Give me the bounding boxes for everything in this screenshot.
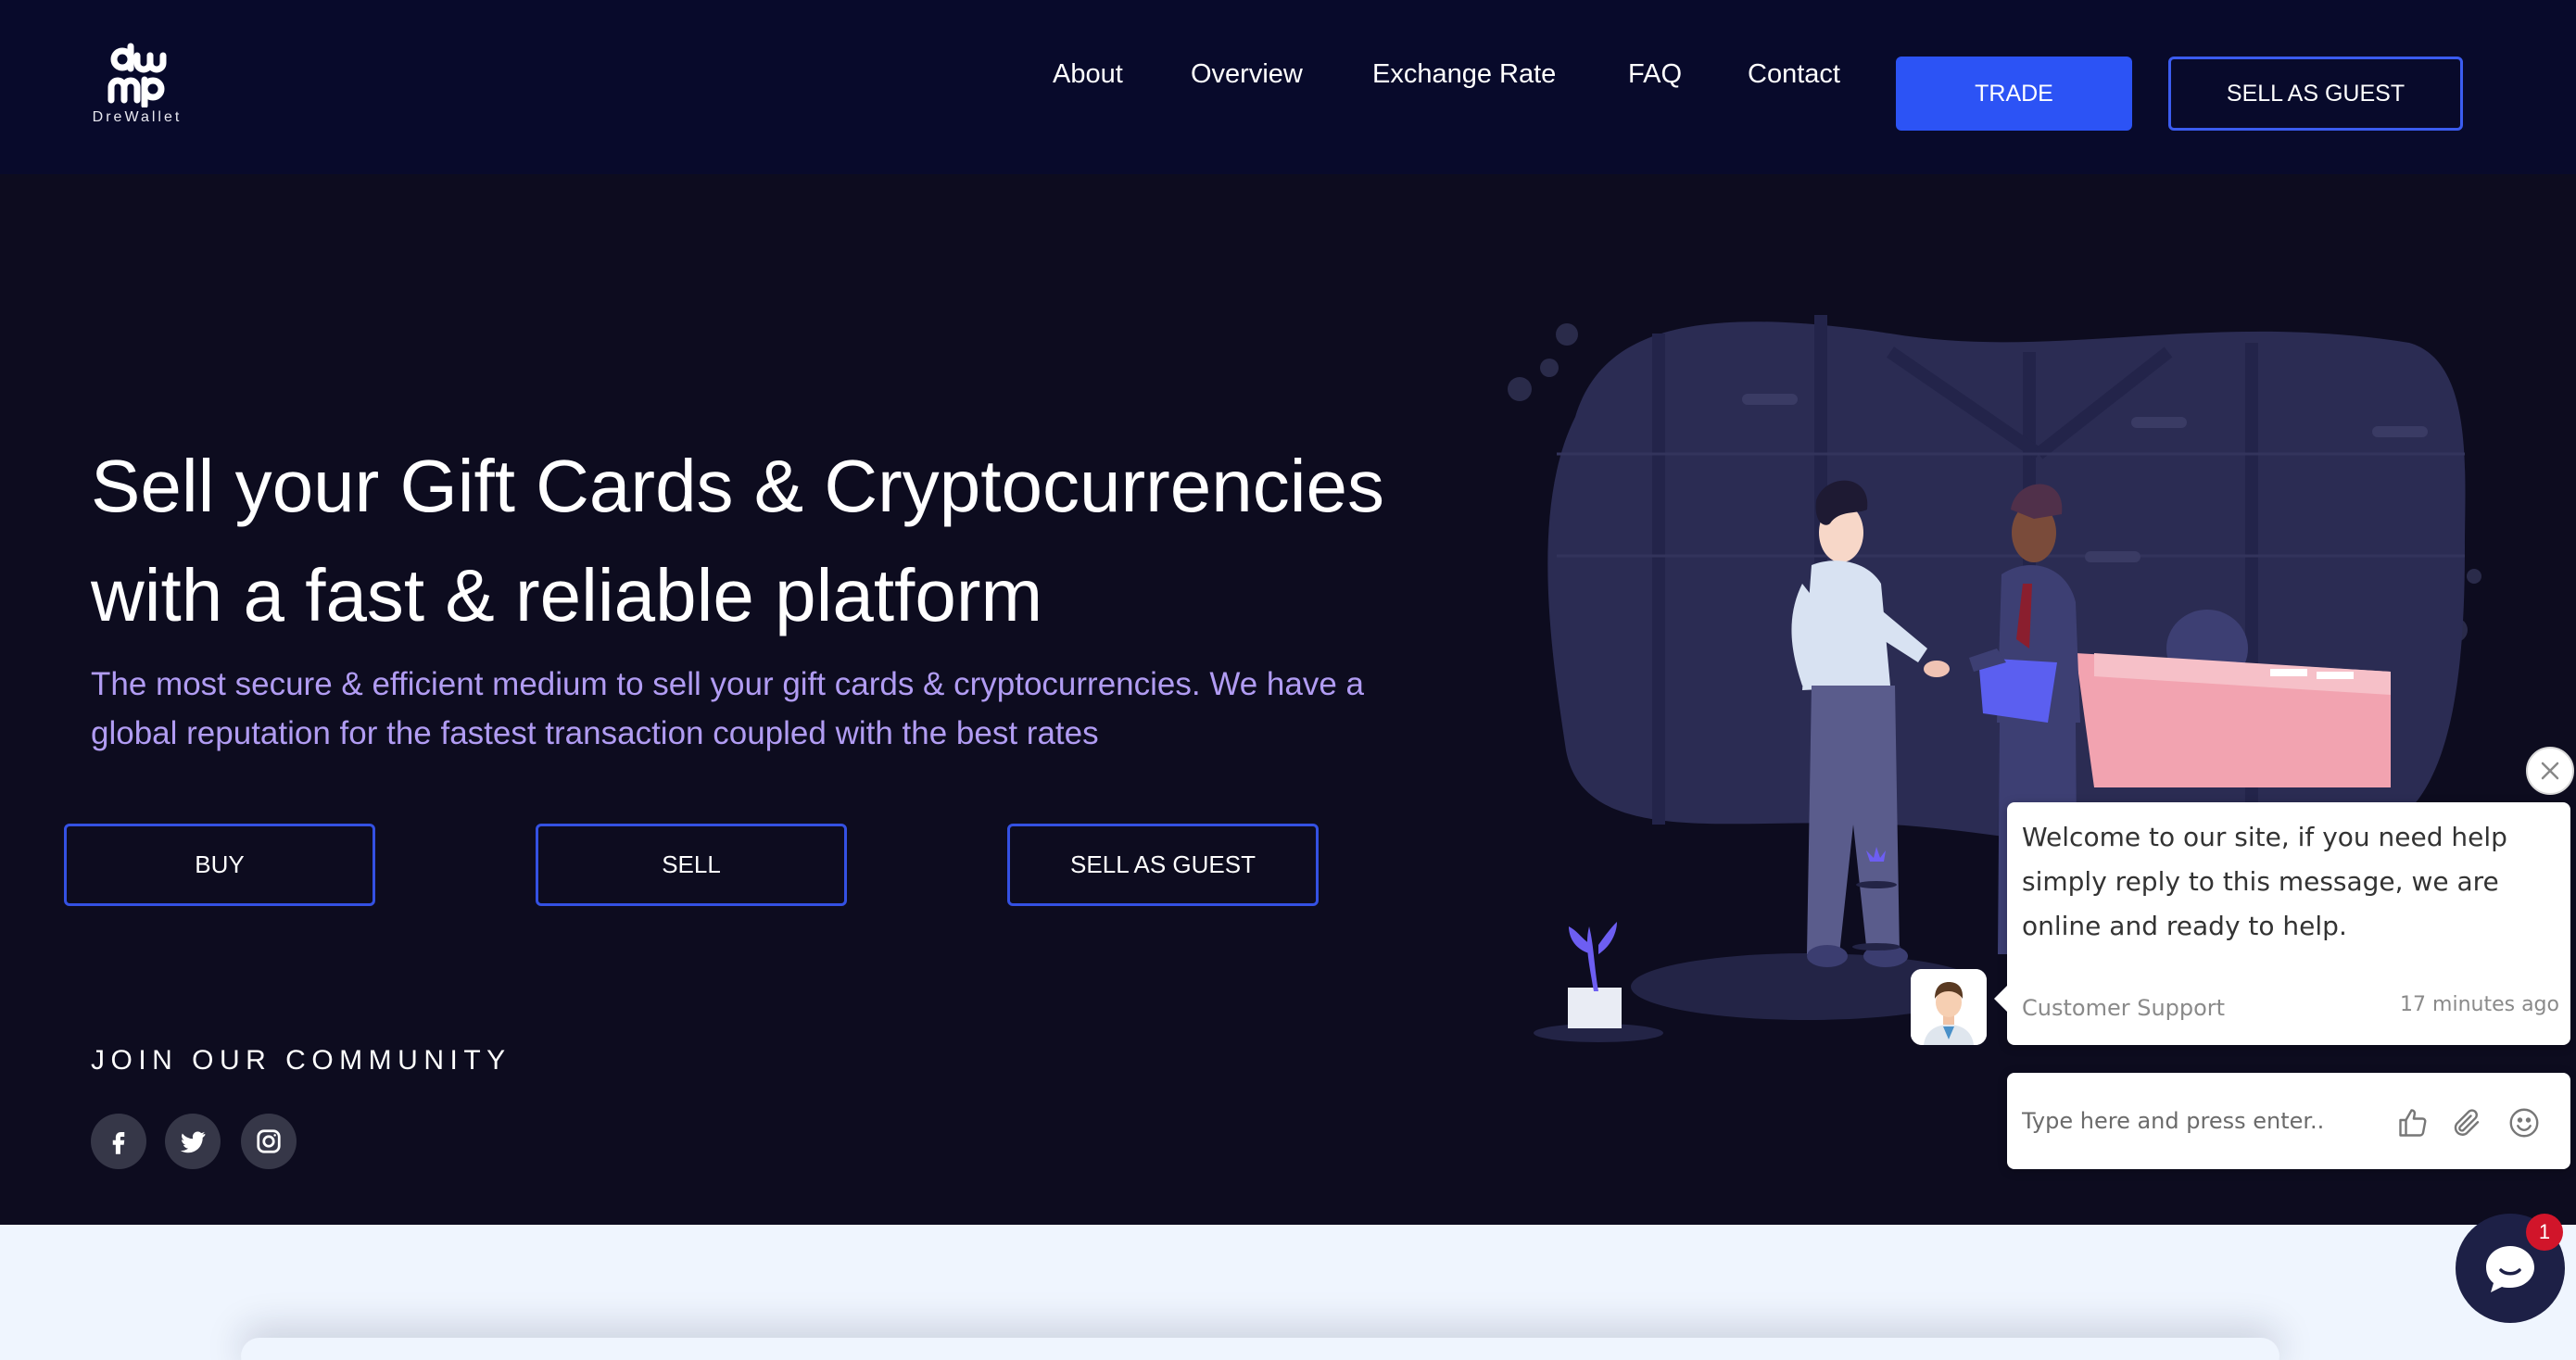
logo-wordmark: DreWallet — [92, 109, 183, 125]
hero-title: Sell your Gift Cards & Cryptocurrencies … — [91, 432, 1481, 650]
sell-as-guest-nav-button[interactable]: SELL AS GUEST — [2168, 57, 2463, 131]
chat-message-text: Welcome to our site, if you need help si… — [2022, 822, 2507, 941]
close-icon — [2541, 762, 2559, 780]
nav-contact[interactable]: Contact — [1748, 59, 1840, 90]
hero-title-line-2: with a fast & reliable platform — [91, 554, 1043, 636]
chat-input-box — [2007, 1073, 2570, 1169]
chat-message-input[interactable] — [2022, 1101, 2374, 1141]
chat-bubble-icon — [2486, 1246, 2534, 1292]
nav-about[interactable]: About — [1053, 59, 1123, 90]
instagram-icon[interactable] — [241, 1114, 297, 1169]
unread-badge: 1 — [2526, 1214, 2563, 1251]
sell-as-guest-button[interactable]: SELL AS GUEST — [1007, 824, 1319, 906]
next-section-card — [241, 1338, 2279, 1360]
hero-title-line-1: Sell your Gift Cards & Cryptocurrencies — [91, 445, 1385, 527]
hero-subtitle: The most secure & efficient medium to se… — [91, 666, 1365, 751]
nav-exchange-rate[interactable]: Exchange Rate — [1372, 59, 1556, 90]
facebook-icon[interactable] — [91, 1114, 146, 1169]
thumbs-up-icon[interactable] — [2394, 1104, 2431, 1141]
buy-button[interactable]: BUY — [64, 824, 375, 906]
sell-button[interactable]: SELL — [536, 824, 847, 906]
emoji-icon[interactable] — [2506, 1104, 2543, 1141]
chat-close-button[interactable] — [2526, 747, 2574, 795]
chat-timestamp: 17 minutes ago — [2400, 993, 2559, 1016]
twitter-icon[interactable] — [165, 1114, 221, 1169]
support-agent-avatar — [1911, 969, 1987, 1045]
attachment-icon[interactable] — [2448, 1104, 2485, 1141]
nav-overview[interactable]: Overview — [1191, 59, 1303, 90]
chat-sender-name: Customer Support — [2022, 995, 2226, 1021]
logo-mark-icon — [107, 43, 167, 109]
trade-button[interactable]: TRADE — [1896, 57, 2132, 131]
community-heading: JOIN OUR COMMUNITY — [91, 1045, 511, 1076]
nav-faq[interactable]: FAQ — [1628, 59, 1682, 90]
chat-welcome-message: Welcome to our site, if you need help si… — [1994, 802, 2570, 1045]
